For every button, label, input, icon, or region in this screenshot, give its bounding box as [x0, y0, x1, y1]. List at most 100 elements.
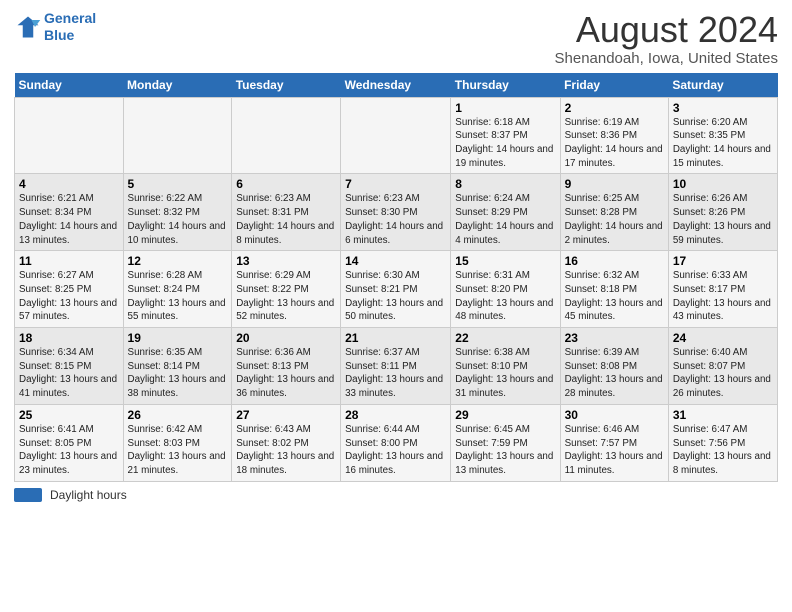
week-row-2: 11Sunrise: 6:27 AMSunset: 8:25 PMDayligh… [15, 251, 778, 328]
calendar-body: 1Sunrise: 6:18 AMSunset: 8:37 PMDaylight… [15, 97, 778, 481]
day-detail: Sunrise: 6:19 AMSunset: 8:36 PMDaylight:… [565, 116, 664, 171]
subtitle: Shenandoah, Iowa, United States [555, 50, 779, 67]
day-number: 17 [673, 254, 773, 268]
day-cell [341, 97, 451, 174]
day-detail: Sunrise: 6:34 AMSunset: 8:15 PMDaylight:… [19, 346, 119, 401]
logo-line1: General [44, 10, 96, 26]
day-number: 21 [345, 331, 446, 345]
logo-text: General Blue [44, 10, 96, 44]
day-number: 9 [565, 177, 664, 191]
day-cell: 4Sunrise: 6:21 AMSunset: 8:34 PMDaylight… [15, 174, 124, 251]
day-detail: Sunrise: 6:41 AMSunset: 8:05 PMDaylight:… [19, 423, 119, 478]
day-detail: Sunrise: 6:18 AMSunset: 8:37 PMDaylight:… [455, 116, 555, 171]
footer-label: Daylight hours [50, 488, 127, 502]
day-detail: Sunrise: 6:42 AMSunset: 8:03 PMDaylight:… [128, 423, 228, 478]
day-detail: Sunrise: 6:40 AMSunset: 8:07 PMDaylight:… [673, 346, 773, 401]
day-number: 10 [673, 177, 773, 191]
day-cell: 9Sunrise: 6:25 AMSunset: 8:28 PMDaylight… [560, 174, 668, 251]
week-row-0: 1Sunrise: 6:18 AMSunset: 8:37 PMDaylight… [15, 97, 778, 174]
day-number: 12 [128, 254, 228, 268]
day-detail: Sunrise: 6:27 AMSunset: 8:25 PMDaylight:… [19, 269, 119, 324]
day-cell: 19Sunrise: 6:35 AMSunset: 8:14 PMDayligh… [123, 328, 232, 405]
logo-icon [14, 13, 42, 41]
day-detail: Sunrise: 6:47 AMSunset: 7:56 PMDaylight:… [673, 423, 773, 478]
day-number: 4 [19, 177, 119, 191]
day-number: 1 [455, 101, 555, 115]
day-detail: Sunrise: 6:25 AMSunset: 8:28 PMDaylight:… [565, 192, 664, 247]
col-wednesday: Wednesday [341, 73, 451, 98]
day-number: 23 [565, 331, 664, 345]
col-sunday: Sunday [15, 73, 124, 98]
day-number: 11 [19, 254, 119, 268]
day-cell: 8Sunrise: 6:24 AMSunset: 8:29 PMDaylight… [451, 174, 560, 251]
day-cell: 16Sunrise: 6:32 AMSunset: 8:18 PMDayligh… [560, 251, 668, 328]
day-detail: Sunrise: 6:35 AMSunset: 8:14 PMDaylight:… [128, 346, 228, 401]
day-cell [232, 97, 341, 174]
day-number: 7 [345, 177, 446, 191]
day-number: 16 [565, 254, 664, 268]
calendar-table: Sunday Monday Tuesday Wednesday Thursday… [14, 73, 778, 482]
day-detail: Sunrise: 6:22 AMSunset: 8:32 PMDaylight:… [128, 192, 228, 247]
col-monday: Monday [123, 73, 232, 98]
day-detail: Sunrise: 6:21 AMSunset: 8:34 PMDaylight:… [19, 192, 119, 247]
day-cell: 6Sunrise: 6:23 AMSunset: 8:31 PMDaylight… [232, 174, 341, 251]
day-number: 3 [673, 101, 773, 115]
day-cell: 28Sunrise: 6:44 AMSunset: 8:00 PMDayligh… [341, 404, 451, 481]
day-detail: Sunrise: 6:39 AMSunset: 8:08 PMDaylight:… [565, 346, 664, 401]
day-detail: Sunrise: 6:23 AMSunset: 8:31 PMDaylight:… [236, 192, 336, 247]
day-cell: 21Sunrise: 6:37 AMSunset: 8:11 PMDayligh… [341, 328, 451, 405]
day-cell: 18Sunrise: 6:34 AMSunset: 8:15 PMDayligh… [15, 328, 124, 405]
day-number: 20 [236, 331, 336, 345]
day-cell: 25Sunrise: 6:41 AMSunset: 8:05 PMDayligh… [15, 404, 124, 481]
day-cell: 27Sunrise: 6:43 AMSunset: 8:02 PMDayligh… [232, 404, 341, 481]
footer: Daylight hours [14, 488, 778, 502]
day-number: 28 [345, 408, 446, 422]
day-detail: Sunrise: 6:37 AMSunset: 8:11 PMDaylight:… [345, 346, 446, 401]
day-detail: Sunrise: 6:30 AMSunset: 8:21 PMDaylight:… [345, 269, 446, 324]
day-number: 8 [455, 177, 555, 191]
main-title: August 2024 [555, 10, 779, 50]
day-detail: Sunrise: 6:31 AMSunset: 8:20 PMDaylight:… [455, 269, 555, 324]
day-number: 6 [236, 177, 336, 191]
day-detail: Sunrise: 6:28 AMSunset: 8:24 PMDaylight:… [128, 269, 228, 324]
day-number: 14 [345, 254, 446, 268]
day-detail: Sunrise: 6:44 AMSunset: 8:00 PMDaylight:… [345, 423, 446, 478]
day-cell: 3Sunrise: 6:20 AMSunset: 8:35 PMDaylight… [668, 97, 777, 174]
day-number: 19 [128, 331, 228, 345]
day-cell: 13Sunrise: 6:29 AMSunset: 8:22 PMDayligh… [232, 251, 341, 328]
day-number: 13 [236, 254, 336, 268]
day-cell: 31Sunrise: 6:47 AMSunset: 7:56 PMDayligh… [668, 404, 777, 481]
week-row-3: 18Sunrise: 6:34 AMSunset: 8:15 PMDayligh… [15, 328, 778, 405]
day-cell [15, 97, 124, 174]
col-friday: Friday [560, 73, 668, 98]
day-detail: Sunrise: 6:20 AMSunset: 8:35 PMDaylight:… [673, 116, 773, 171]
week-row-1: 4Sunrise: 6:21 AMSunset: 8:34 PMDaylight… [15, 174, 778, 251]
day-cell [123, 97, 232, 174]
day-cell: 2Sunrise: 6:19 AMSunset: 8:36 PMDaylight… [560, 97, 668, 174]
day-cell: 10Sunrise: 6:26 AMSunset: 8:26 PMDayligh… [668, 174, 777, 251]
day-cell: 17Sunrise: 6:33 AMSunset: 8:17 PMDayligh… [668, 251, 777, 328]
logo: General Blue [14, 10, 96, 44]
day-detail: Sunrise: 6:23 AMSunset: 8:30 PMDaylight:… [345, 192, 446, 247]
day-detail: Sunrise: 6:43 AMSunset: 8:02 PMDaylight:… [236, 423, 336, 478]
day-number: 26 [128, 408, 228, 422]
title-block: August 2024 Shenandoah, Iowa, United Sta… [555, 10, 779, 67]
day-cell: 23Sunrise: 6:39 AMSunset: 8:08 PMDayligh… [560, 328, 668, 405]
day-cell: 14Sunrise: 6:30 AMSunset: 8:21 PMDayligh… [341, 251, 451, 328]
day-number: 25 [19, 408, 119, 422]
day-detail: Sunrise: 6:38 AMSunset: 8:10 PMDaylight:… [455, 346, 555, 401]
day-detail: Sunrise: 6:36 AMSunset: 8:13 PMDaylight:… [236, 346, 336, 401]
day-cell: 20Sunrise: 6:36 AMSunset: 8:13 PMDayligh… [232, 328, 341, 405]
day-detail: Sunrise: 6:29 AMSunset: 8:22 PMDaylight:… [236, 269, 336, 324]
day-cell: 12Sunrise: 6:28 AMSunset: 8:24 PMDayligh… [123, 251, 232, 328]
day-number: 27 [236, 408, 336, 422]
day-detail: Sunrise: 6:46 AMSunset: 7:57 PMDaylight:… [565, 423, 664, 478]
header-row: Sunday Monday Tuesday Wednesday Thursday… [15, 73, 778, 98]
day-number: 30 [565, 408, 664, 422]
day-cell: 11Sunrise: 6:27 AMSunset: 8:25 PMDayligh… [15, 251, 124, 328]
day-number: 18 [19, 331, 119, 345]
day-detail: Sunrise: 6:45 AMSunset: 7:59 PMDaylight:… [455, 423, 555, 478]
day-cell: 24Sunrise: 6:40 AMSunset: 8:07 PMDayligh… [668, 328, 777, 405]
day-cell: 1Sunrise: 6:18 AMSunset: 8:37 PMDaylight… [451, 97, 560, 174]
day-detail: Sunrise: 6:33 AMSunset: 8:17 PMDaylight:… [673, 269, 773, 324]
